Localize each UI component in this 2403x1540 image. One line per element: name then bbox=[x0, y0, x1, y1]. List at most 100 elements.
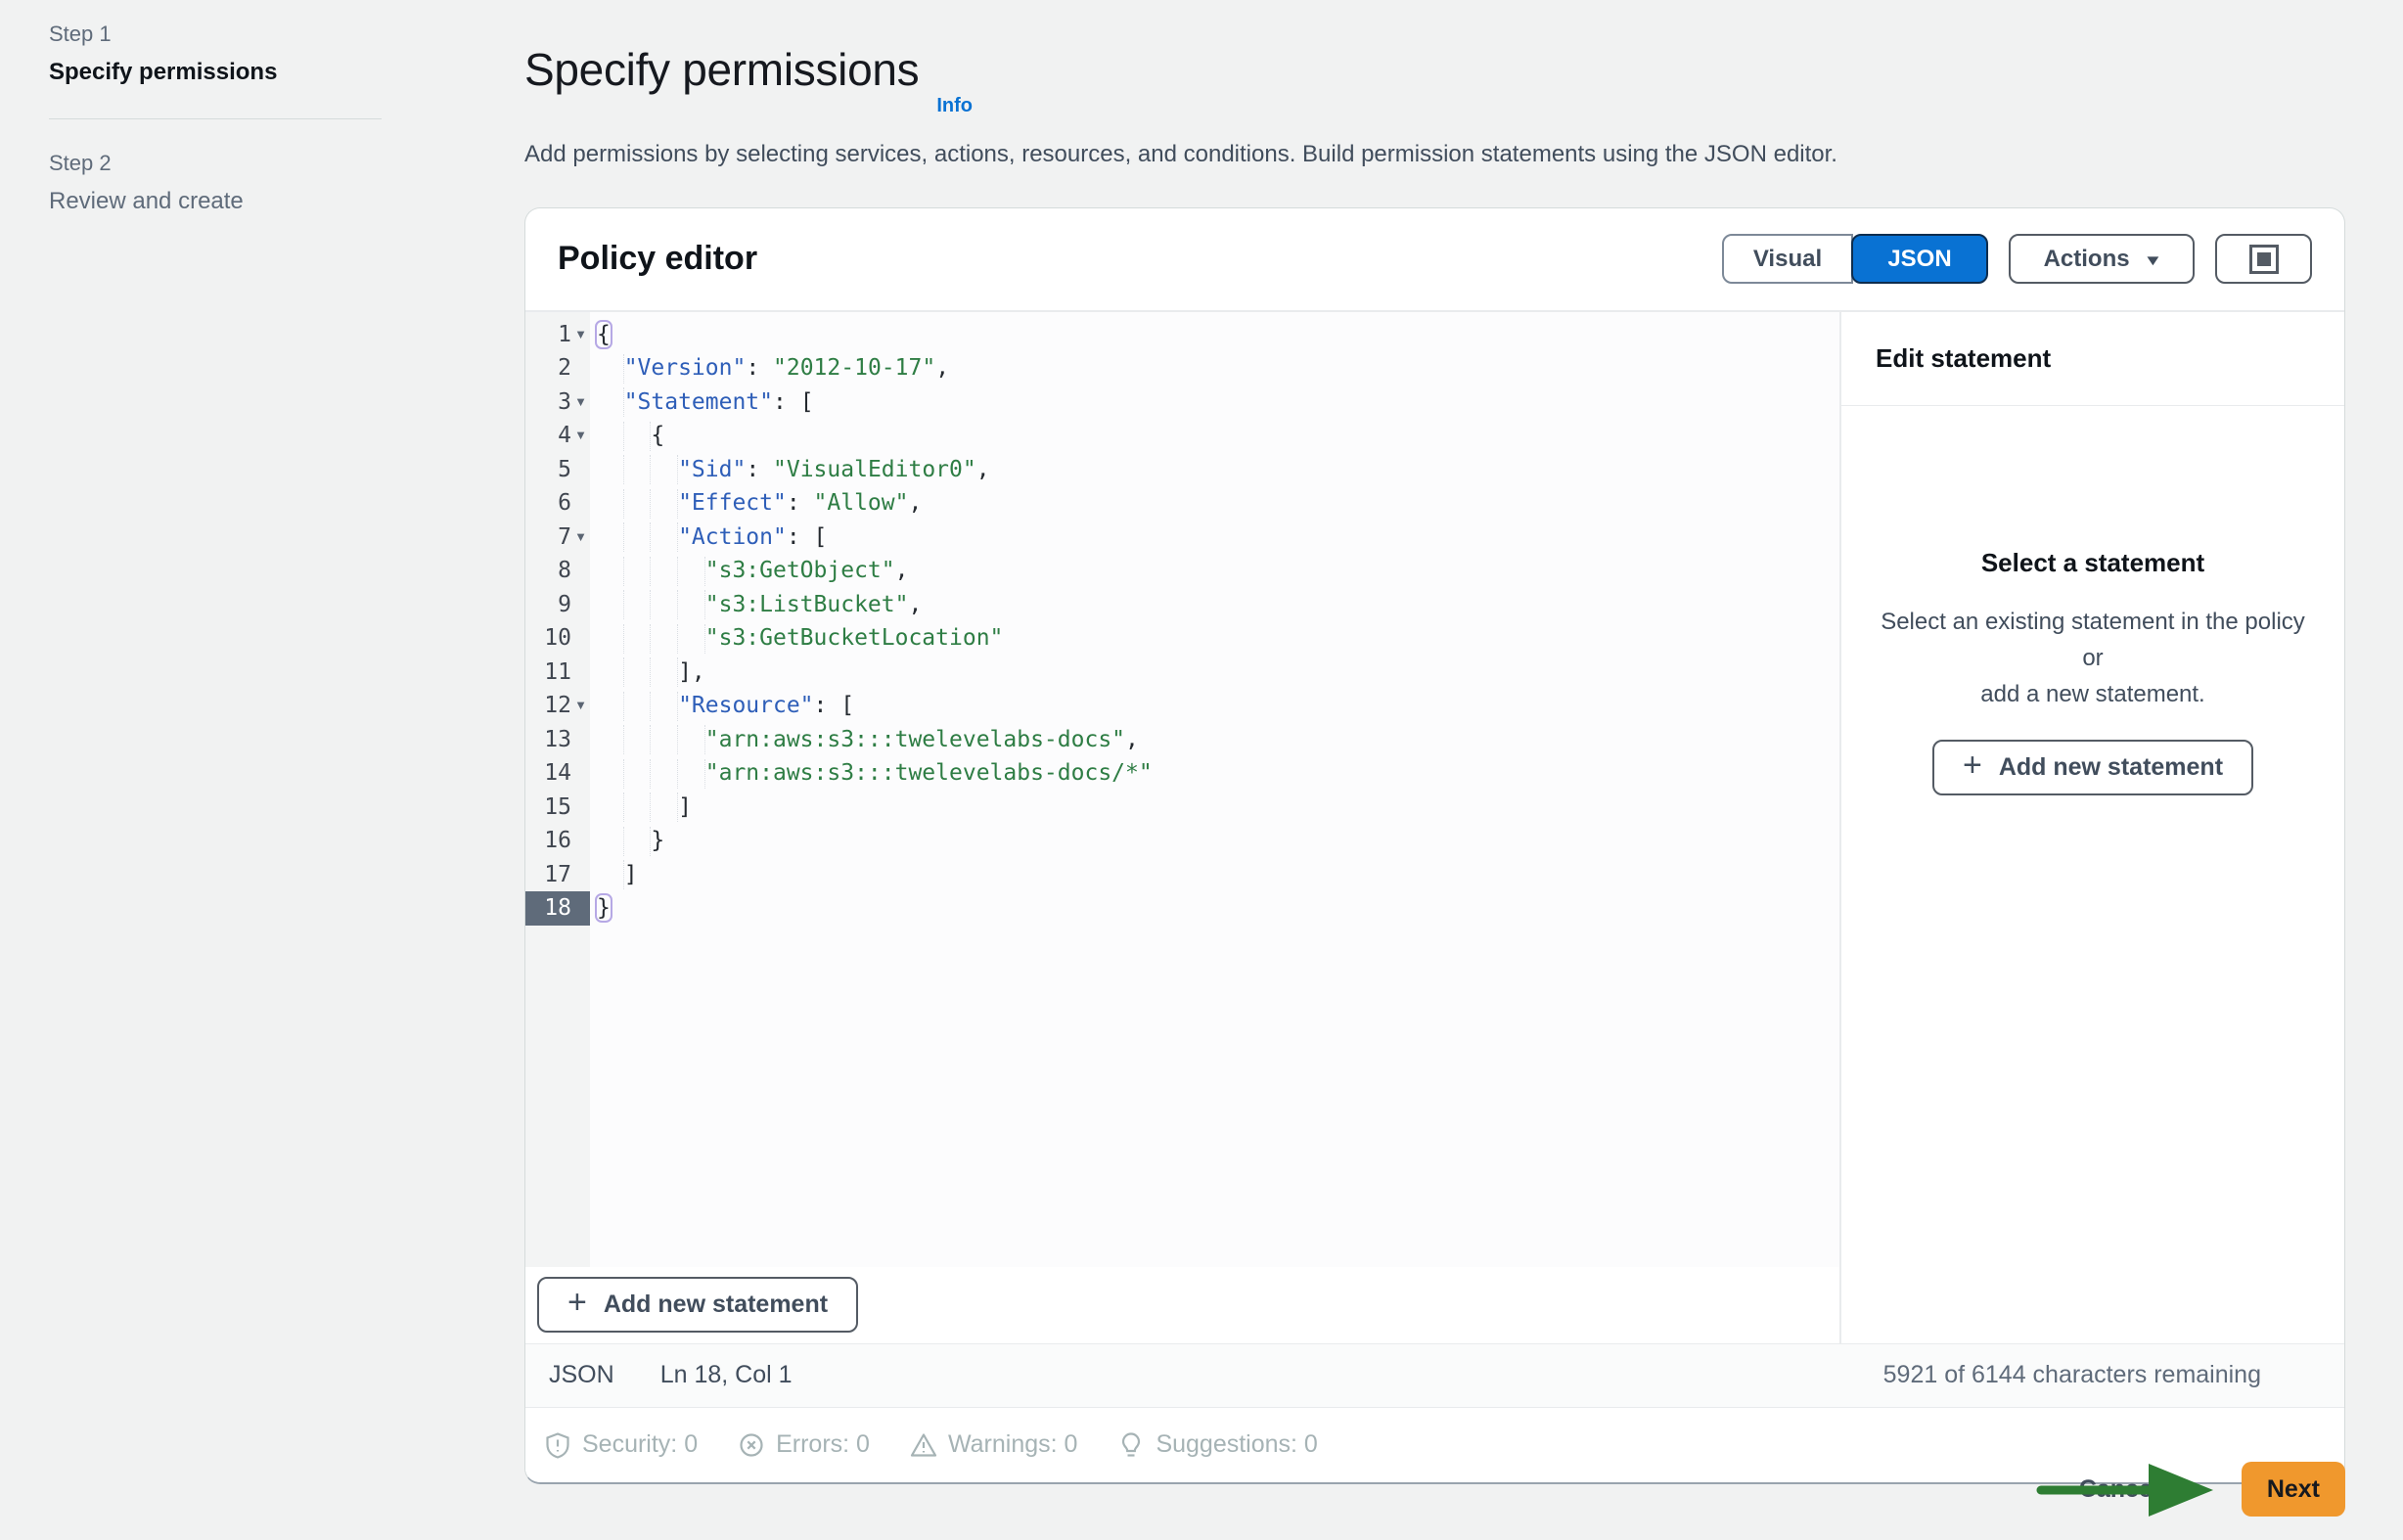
line-gutter: 14 bbox=[525, 756, 590, 791]
code-text: "arn:aws:s3:::twelevelabs-docs", bbox=[590, 723, 1139, 757]
code-text: { bbox=[590, 419, 664, 453]
policy-editor-header: Policy editor VisualJSON Actions ▼ bbox=[525, 208, 2344, 310]
add-new-statement-button[interactable]: + Add new statement bbox=[537, 1277, 858, 1333]
indent-guide bbox=[651, 624, 678, 654]
line-number: 9 bbox=[525, 588, 571, 622]
json-string: "Allow" bbox=[814, 490, 909, 516]
line-gutter: 17 bbox=[525, 858, 590, 892]
indent-guide bbox=[597, 422, 624, 451]
info-link[interactable]: Info bbox=[936, 95, 973, 117]
editor-and-panel: 1▼{2"Version": "2012-10-17",3▼"Statement… bbox=[525, 310, 2344, 1343]
next-button[interactable]: Next bbox=[2242, 1462, 2345, 1517]
fold-toggle-icon[interactable]: ▼ bbox=[571, 419, 590, 453]
indent-guide bbox=[651, 657, 678, 687]
indent-guide bbox=[678, 725, 705, 754]
diagnostic-item: Security: 0 bbox=[543, 1430, 698, 1460]
shield-icon bbox=[543, 1430, 572, 1460]
line-gutter: 10 bbox=[525, 621, 590, 656]
policy-editor-card: Policy editor VisualJSON Actions ▼ 1▼{2"… bbox=[524, 207, 2345, 1484]
code-line: 2 "Version": "2012-10-17", bbox=[525, 351, 1839, 385]
indent-guide bbox=[678, 590, 705, 619]
json-punctuation: ] bbox=[624, 862, 638, 887]
indent-guide bbox=[624, 522, 652, 552]
step-title[interactable]: Specify permissions bbox=[49, 59, 382, 86]
code-line: 17] bbox=[525, 858, 1839, 892]
json-punctuation: , bbox=[908, 592, 922, 617]
create-policy-page: Step 1Specify permissionsStep 2Review an… bbox=[0, 0, 2403, 1540]
line-number: 1 bbox=[525, 318, 571, 352]
code-text: "Version": "2012-10-17", bbox=[590, 351, 949, 385]
json-punctuation: { bbox=[597, 322, 611, 347]
code-line: 9 "s3:ListBucket", bbox=[525, 588, 1839, 622]
json-punctuation: ], bbox=[678, 659, 705, 685]
code-text: "s3:ListBucket", bbox=[590, 588, 922, 622]
line-gutter: 11 bbox=[525, 656, 590, 690]
line-gutter: 5 bbox=[525, 453, 590, 487]
toggle-visual[interactable]: Visual bbox=[1722, 234, 1853, 284]
fold-toggle-icon[interactable]: ▼ bbox=[571, 521, 590, 555]
actions-button[interactable]: Actions ▼ bbox=[2009, 234, 2195, 284]
panel-add-new-statement-label: Add new statement bbox=[1999, 753, 2223, 782]
cancel-button[interactable]: Cancel bbox=[2079, 1475, 2159, 1504]
line-gutter: 6 bbox=[525, 486, 590, 521]
indent-guide bbox=[597, 387, 624, 417]
code-text: ] bbox=[590, 858, 638, 892]
indent-guide bbox=[624, 590, 652, 619]
fold-toggle-icon[interactable]: ▼ bbox=[571, 385, 590, 420]
line-number: 2 bbox=[525, 351, 571, 385]
indent-guide bbox=[651, 759, 678, 789]
line-number: 4 bbox=[525, 419, 571, 453]
line-number: 5 bbox=[525, 453, 571, 487]
indent-guide bbox=[597, 557, 624, 586]
json-key: "Version" bbox=[624, 355, 747, 381]
line-gutter: 13 bbox=[525, 723, 590, 757]
empty-state-title: Select a statement bbox=[1981, 548, 2204, 578]
panel-add-new-statement-button[interactable]: + Add new statement bbox=[1932, 740, 2253, 795]
json-string: "2012-10-17" bbox=[773, 355, 935, 381]
line-number: 13 bbox=[525, 723, 571, 757]
code-line: 1▼ { bbox=[525, 318, 1839, 352]
code-text: ], bbox=[590, 656, 705, 690]
code-line: 16} bbox=[525, 824, 1839, 858]
indent-guide bbox=[678, 759, 705, 789]
expand-panel-button[interactable] bbox=[2215, 234, 2312, 284]
indent-guide bbox=[651, 455, 678, 484]
indent-guide bbox=[624, 422, 652, 451]
line-number: 10 bbox=[525, 621, 571, 656]
line-gutter: 4▼ bbox=[525, 419, 590, 453]
json-punctuation: : bbox=[787, 490, 814, 516]
code-text: "s3:GetObject", bbox=[590, 554, 908, 588]
json-punctuation: } bbox=[597, 895, 611, 921]
sidebar-step: Step 2Review and create bbox=[49, 151, 382, 215]
line-number: 12 bbox=[525, 689, 571, 723]
code-text: "Resource": [ bbox=[590, 689, 854, 723]
code-line: 4▼{ bbox=[525, 419, 1839, 453]
line-number: 17 bbox=[525, 858, 571, 892]
json-key: "Resource" bbox=[678, 693, 813, 718]
code-line: 3▼"Statement": [ bbox=[525, 385, 1839, 420]
fold-toggle-icon[interactable]: ▼ bbox=[571, 318, 590, 352]
page-header: Specify permissions Info bbox=[524, 14, 2345, 126]
json-punctuation: : [ bbox=[773, 389, 814, 415]
step-title[interactable]: Review and create bbox=[49, 188, 382, 215]
code-line: 5"Sid": "VisualEditor0", bbox=[525, 453, 1839, 487]
toggle-json[interactable]: JSON bbox=[1851, 234, 1988, 284]
wizard-footer: Cancel Next bbox=[524, 1462, 2345, 1517]
line-number: 7 bbox=[525, 521, 571, 555]
json-string: "s3:GetObject" bbox=[705, 558, 895, 583]
indent-guide bbox=[597, 489, 624, 519]
steps-divider bbox=[49, 118, 382, 119]
error-icon bbox=[737, 1430, 766, 1460]
line-gutter: 2 bbox=[525, 351, 590, 385]
indent-guide bbox=[597, 657, 624, 687]
json-code-editor[interactable]: 1▼{2"Version": "2012-10-17",3▼"Statement… bbox=[525, 312, 1839, 1267]
visual-json-toggle: VisualJSON bbox=[1722, 234, 1988, 284]
code-line: 13 "arn:aws:s3:::twelevelabs-docs", bbox=[525, 723, 1839, 757]
indent-guide bbox=[624, 827, 652, 856]
indent-guide bbox=[651, 692, 678, 721]
indent-guide bbox=[624, 725, 652, 754]
indent-guide bbox=[597, 455, 624, 484]
page-description: Add permissions by selecting services, a… bbox=[524, 141, 2345, 168]
fold-toggle-icon[interactable]: ▼ bbox=[571, 689, 590, 723]
editor-status-bar: JSON Ln 18, Col 1 5921 of 6144 character… bbox=[525, 1343, 2344, 1407]
